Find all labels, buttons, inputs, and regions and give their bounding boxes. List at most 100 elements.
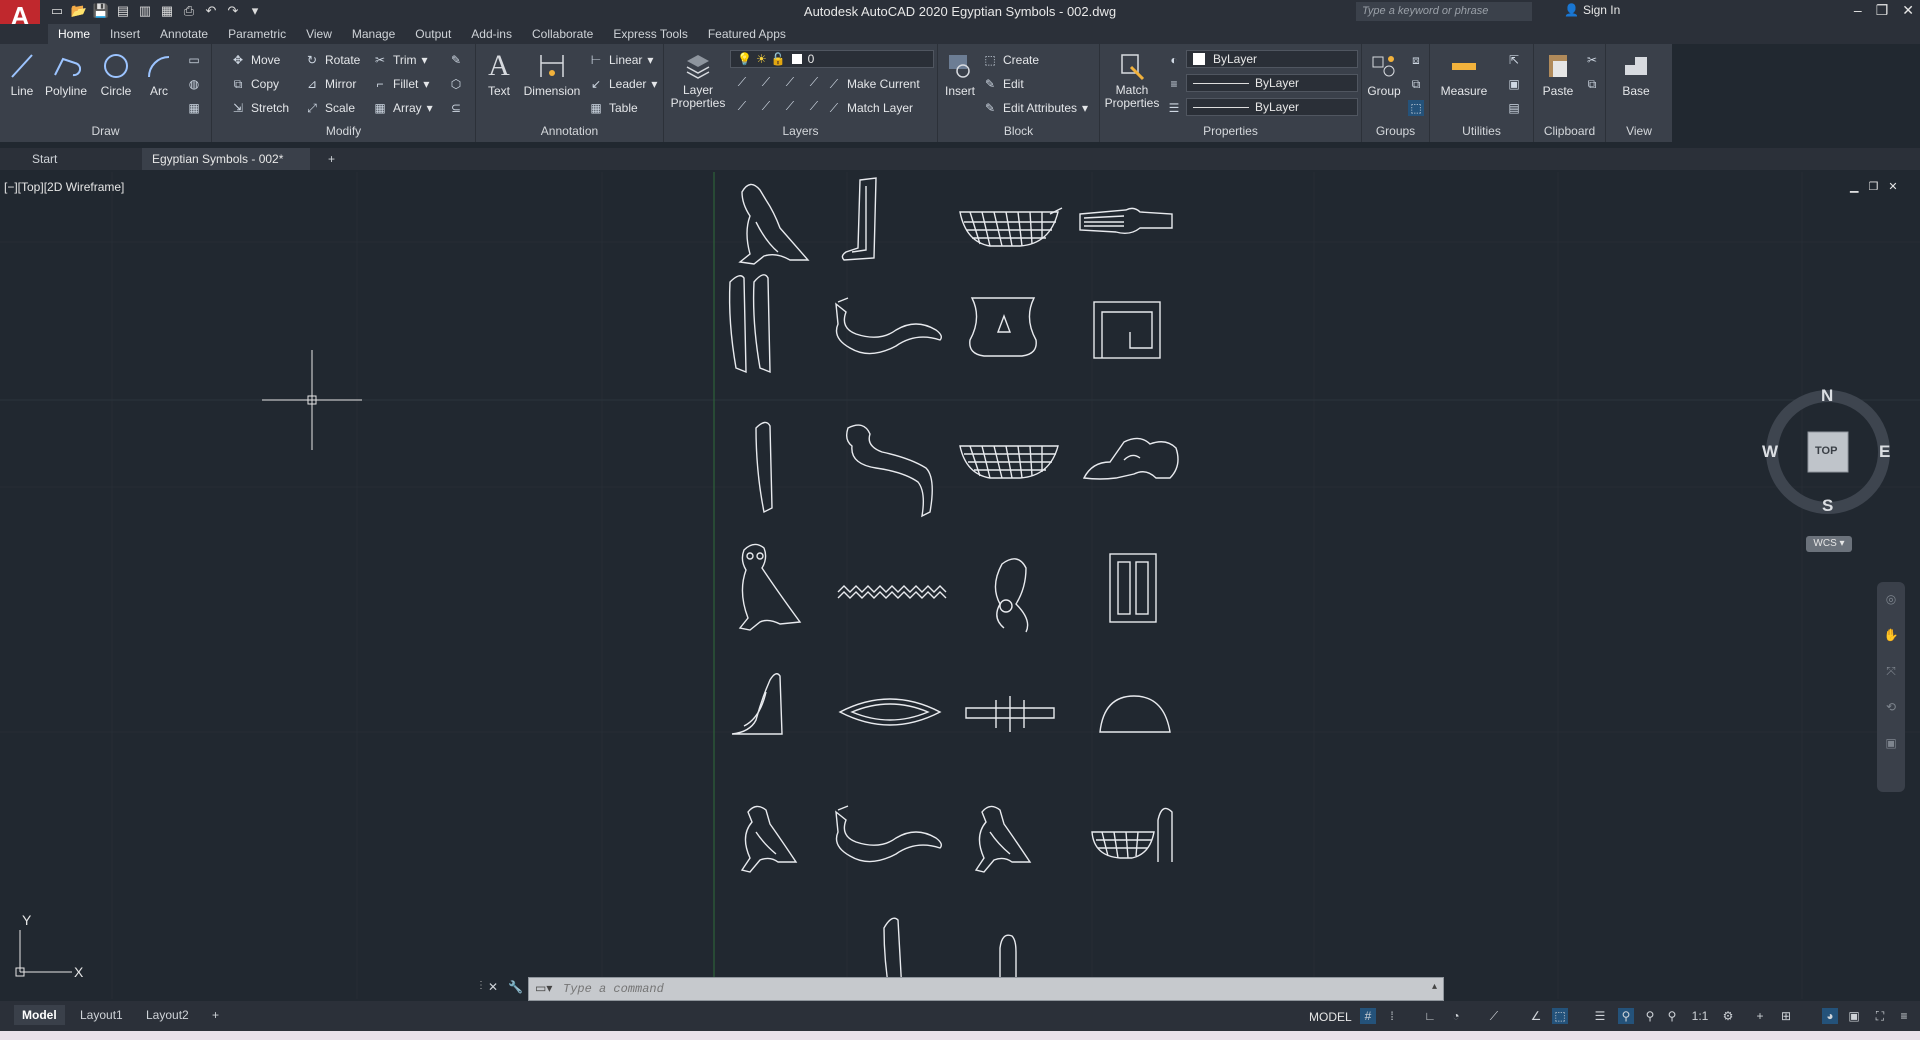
draw-panel-label[interactable]: Draw [0,124,211,140]
layer-off-icon[interactable]: ⟋ [734,74,750,90]
viewcube[interactable]: N S E W TOP WCS ▾ [1762,382,1894,552]
offset-icon[interactable]: ⊆ [448,100,464,116]
stretch-button[interactable]: ⇲ Stretch [230,98,289,118]
basket-glyph-2[interactable] [959,445,1059,479]
water-ripple-glyph[interactable] [837,585,947,599]
modify-panel-label[interactable]: Modify [212,124,475,140]
add-layout-icon[interactable]: + [204,1005,227,1025]
edit-block-button[interactable]: ✎ Edit [982,74,1024,94]
command-history-icon[interactable]: ▭▾ [535,981,552,995]
minimize-icon[interactable]: ▁ [1850,180,1858,193]
layer-unisolate-icon[interactable]: ⟋ [758,98,774,114]
pot-glyph[interactable] [969,297,1037,357]
lineweight-dropdown[interactable]: ByLayer [1186,74,1358,92]
owl-glyph[interactable] [738,543,802,631]
egyptian-symbols-drawing[interactable] [720,172,1200,999]
match-properties-button[interactable]: Match Properties [1102,48,1162,110]
new-tab-icon[interactable]: + [318,148,345,170]
leg-glyph[interactable] [841,177,877,261]
groups-panel-label[interactable]: Groups [1362,124,1429,140]
arc-button[interactable]: Arc [144,48,174,98]
reed-glyph[interactable] [755,421,773,514]
customize-command-line-icon[interactable]: 🔧 [508,980,523,994]
block-panel-label[interactable]: Block [938,124,1099,140]
snap-icon[interactable]: ⁞ [1384,1008,1400,1024]
copy-clip-icon[interactable]: ⧉ [1584,76,1600,92]
door-bolt-glyph[interactable] [1109,553,1157,623]
restore-icon[interactable]: ❐ [1868,180,1878,193]
layout-tab-layout1[interactable]: Layout1 [72,1005,131,1025]
lineweight-display-icon[interactable]: ☰ [1592,1008,1608,1024]
text-button[interactable]: A Text [482,48,516,98]
clipboard-panel-label[interactable]: Clipboard [1534,124,1605,140]
ungroup-icon[interactable]: ⧈ [1408,52,1424,68]
move-button[interactable]: ✥ Move [230,50,280,70]
hatch-icon[interactable]: ◍ [186,76,202,92]
annotation-monitor-icon[interactable]: + [1752,1008,1768,1024]
viewcube-top-face[interactable]: TOP [1815,445,1837,457]
cut-icon[interactable]: ✂ [1584,52,1600,68]
leader-button[interactable]: ↙ Leader ▾ [588,74,657,94]
steering-wheel-icon[interactable]: ◎ [1881,592,1901,612]
cobra-glyph[interactable] [845,424,933,518]
tab-add-ins[interactable]: Add-ins [461,24,522,44]
close-icon[interactable]: ✕ [1888,180,1897,193]
erase-icon[interactable]: ✎ [448,52,464,68]
tab-document[interactable]: Egyptian Symbols - 002* ✕ [142,148,310,188]
layout-tab-layout2[interactable]: Layout2 [138,1005,197,1025]
object-snap-icon[interactable]: ⬚ [1552,1008,1568,1024]
lion-glyph[interactable] [1082,437,1179,480]
ortho-icon[interactable]: ∟ [1422,1008,1438,1024]
chevron-down-icon[interactable]: ▾ [651,77,657,91]
layer-properties-button[interactable]: Layer Properties [668,48,728,110]
viper-glyph[interactable] [835,297,943,355]
tab-collaborate[interactable]: Collaborate [522,24,603,44]
layer-thaw-icon[interactable]: ⟋ [782,98,798,114]
tab-start[interactable]: Start [22,148,67,170]
mouth-glyph[interactable] [838,698,942,726]
paste-button[interactable]: Paste [1540,48,1576,98]
select-all-icon[interactable]: ▣ [1506,76,1522,92]
array-button[interactable]: ▦ Array ▾ [372,98,433,118]
tab-manage[interactable]: Manage [342,24,405,44]
layer-lock-icon[interactable]: ⟋ [806,74,822,90]
circle-button[interactable]: Circle [96,48,136,98]
vulture-glyph[interactable] [740,805,798,873]
explode-icon[interactable]: ⬡ [448,76,464,92]
layout-tab-model[interactable]: Model [14,1005,65,1025]
reed-leaves-glyph[interactable] [728,274,771,374]
create-block-button[interactable]: ⬚ Create [982,50,1039,70]
auto-scale-icon[interactable]: ⚲ [1642,1008,1658,1024]
clean-screen-icon[interactable]: ⛶ [1872,1008,1888,1024]
insert-button[interactable]: Insert [942,48,978,98]
close-command-line-icon[interactable]: ✕ [488,980,498,994]
linear-button[interactable]: ⊢ Linear ▾ [588,50,654,70]
object-snap-tracking-icon[interactable]: ∠ [1528,1008,1544,1024]
polar-icon[interactable]: ◔ [1448,1008,1464,1024]
tab-home[interactable]: Home [48,24,101,44]
basket-glyph[interactable] [959,207,1063,247]
rectangle-icon[interactable]: ▭ [186,52,202,68]
command-expand-icon[interactable]: ▴ [1432,981,1437,992]
chevron-down-icon[interactable]: ▾ [423,77,429,91]
command-input[interactable] [559,978,1319,1000]
showmotion-icon[interactable]: ▣ [1881,736,1901,756]
linetype-dropdown[interactable]: ByLayer [1186,98,1358,116]
measure-button[interactable]: Measure [1436,48,1492,98]
fillet-button[interactable]: ⌐ Fillet ▾ [372,74,429,94]
isodraft-icon[interactable]: ⟋ [1486,1008,1502,1024]
chevron-down-icon[interactable]: ▾ [427,101,433,115]
annotation-scale-value[interactable]: 1:1 [1688,1008,1712,1024]
annotation-scale-icon[interactable]: ⚲ [1664,1008,1680,1024]
trim-button[interactable]: ✂ Trim ▾ [372,50,428,70]
quick-select-icon[interactable]: ⇱ [1506,52,1522,68]
workspace-gear-icon[interactable]: ⚙ [1720,1008,1736,1024]
calculator-icon[interactable]: ▤ [1506,100,1522,116]
customization-menu-icon[interactable]: ≡ [1896,1008,1912,1024]
hill-slope-glyph[interactable] [731,673,783,735]
wcs-menu[interactable]: WCS ▾ [1806,536,1852,552]
layer-unlock-icon[interactable]: ⟋ [806,98,822,114]
polyline-button[interactable]: Polyline [42,48,90,98]
pan-icon[interactable]: ✋ [1881,628,1901,648]
search-input[interactable]: Type a keyword or phrase [1356,2,1532,21]
